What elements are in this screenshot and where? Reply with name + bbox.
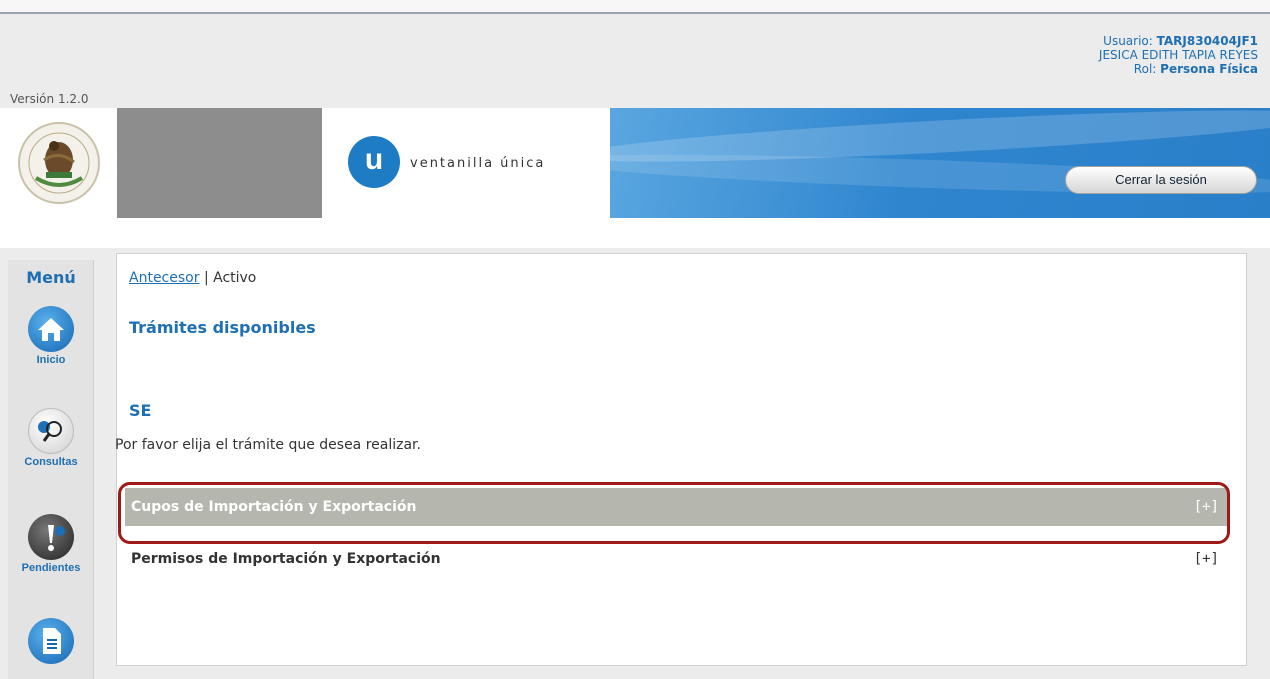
sidebar-item-inicio[interactable]: Inicio <box>8 306 94 366</box>
magnifier-icon <box>28 408 74 454</box>
user-info: Usuario: TARJ830404JF1 JESICA EDITH TAPI… <box>1099 34 1258 76</box>
breadcrumb-link-antecesor[interactable]: Antecesor <box>129 270 199 286</box>
expand-toggle[interactable]: [+] <box>1194 551 1219 567</box>
menu-title: Menú <box>26 268 76 287</box>
banner-gray-panel <box>117 108 322 218</box>
instructions-text: Por favor elija el trámite que desea rea… <box>115 437 421 453</box>
breadcrumb-current: Activo <box>213 270 257 286</box>
document-icon <box>28 618 74 664</box>
tramite-label: Cupos de Importación y Exportación <box>131 499 417 515</box>
page: Usuario: TARJ830404JF1 JESICA EDITH TAPI… <box>0 0 1270 679</box>
tramite-row-cupos[interactable]: Cupos de Importación y Exportación [+] <box>125 488 1229 526</box>
version-label: Versión 1.2.0 <box>10 92 89 106</box>
sidebar-item-label: Inicio <box>36 354 66 366</box>
banner: u ventanilla única Cerrar la sesión <box>0 108 1270 218</box>
breadcrumb: Antecesor | Activo <box>129 270 256 286</box>
tramite-row-permisos[interactable]: Permisos de Importación y Exportación [+… <box>125 540 1229 578</box>
tramite-label: Permisos de Importación y Exportación <box>131 551 441 567</box>
brand: u ventanilla única <box>322 108 610 218</box>
main-panel: Antecesor | Activo Trámites disponibles … <box>115 253 1247 666</box>
ventanilla-unica-logo: u <box>348 136 400 188</box>
user-id: TARJ830404JF1 <box>1156 34 1258 48</box>
logout-button[interactable]: Cerrar la sesión <box>1065 166 1257 194</box>
user-label: Usuario: <box>1103 34 1153 48</box>
dependency-title: SE <box>129 401 152 420</box>
home-icon <box>28 306 74 352</box>
role-label: Rol: <box>1133 62 1157 76</box>
sidebar-item-tramites[interactable] <box>8 618 94 666</box>
sidebar: Menú Inicio Consultas Pendientes <box>8 260 94 679</box>
sidebar-item-consultas[interactable]: Consultas <box>8 408 94 468</box>
role-value: Persona Física <box>1160 62 1258 76</box>
sidebar-item-pendientes[interactable]: Pendientes <box>8 514 94 574</box>
sidebar-item-label: Pendientes <box>21 562 81 574</box>
seal-icon <box>0 108 117 218</box>
banner-blue-panel: Cerrar la sesión <box>610 108 1270 218</box>
exclamation-icon <box>28 514 74 560</box>
breadcrumb-separator: | <box>203 270 209 286</box>
spacer <box>0 218 1270 248</box>
page-title: Trámites disponibles <box>129 318 316 337</box>
user-name: JESICA EDITH TAPIA REYES <box>1098 48 1258 62</box>
expand-toggle[interactable]: [+] <box>1194 499 1219 515</box>
brand-name: ventanilla única <box>410 156 546 171</box>
browser-top-strip <box>0 0 1270 14</box>
sidebar-item-label: Consultas <box>24 456 78 468</box>
